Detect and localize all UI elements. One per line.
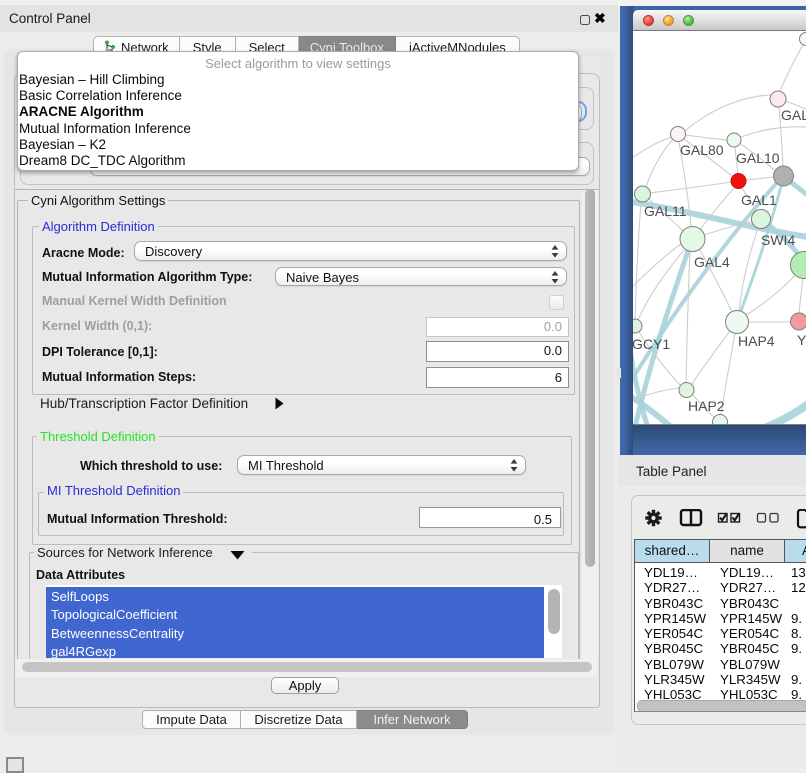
- svg-text:SWI4: SWI4: [761, 232, 795, 248]
- svg-text:GAL11: GAL11: [644, 203, 687, 219]
- svg-text:HAP2: HAP2: [688, 398, 725, 414]
- svg-text:GAL: GAL: [781, 107, 806, 123]
- svg-text:GAL80: GAL80: [680, 142, 724, 158]
- svg-text:HAP4: HAP4: [738, 333, 775, 349]
- svg-text:GCY1: GCY1: [633, 336, 670, 352]
- svg-text:Y: Y: [797, 332, 806, 348]
- svg-text:GAL4: GAL4: [694, 254, 730, 270]
- svg-text:GAL10: GAL10: [736, 150, 780, 166]
- svg-text:GAL1: GAL1: [741, 192, 777, 208]
